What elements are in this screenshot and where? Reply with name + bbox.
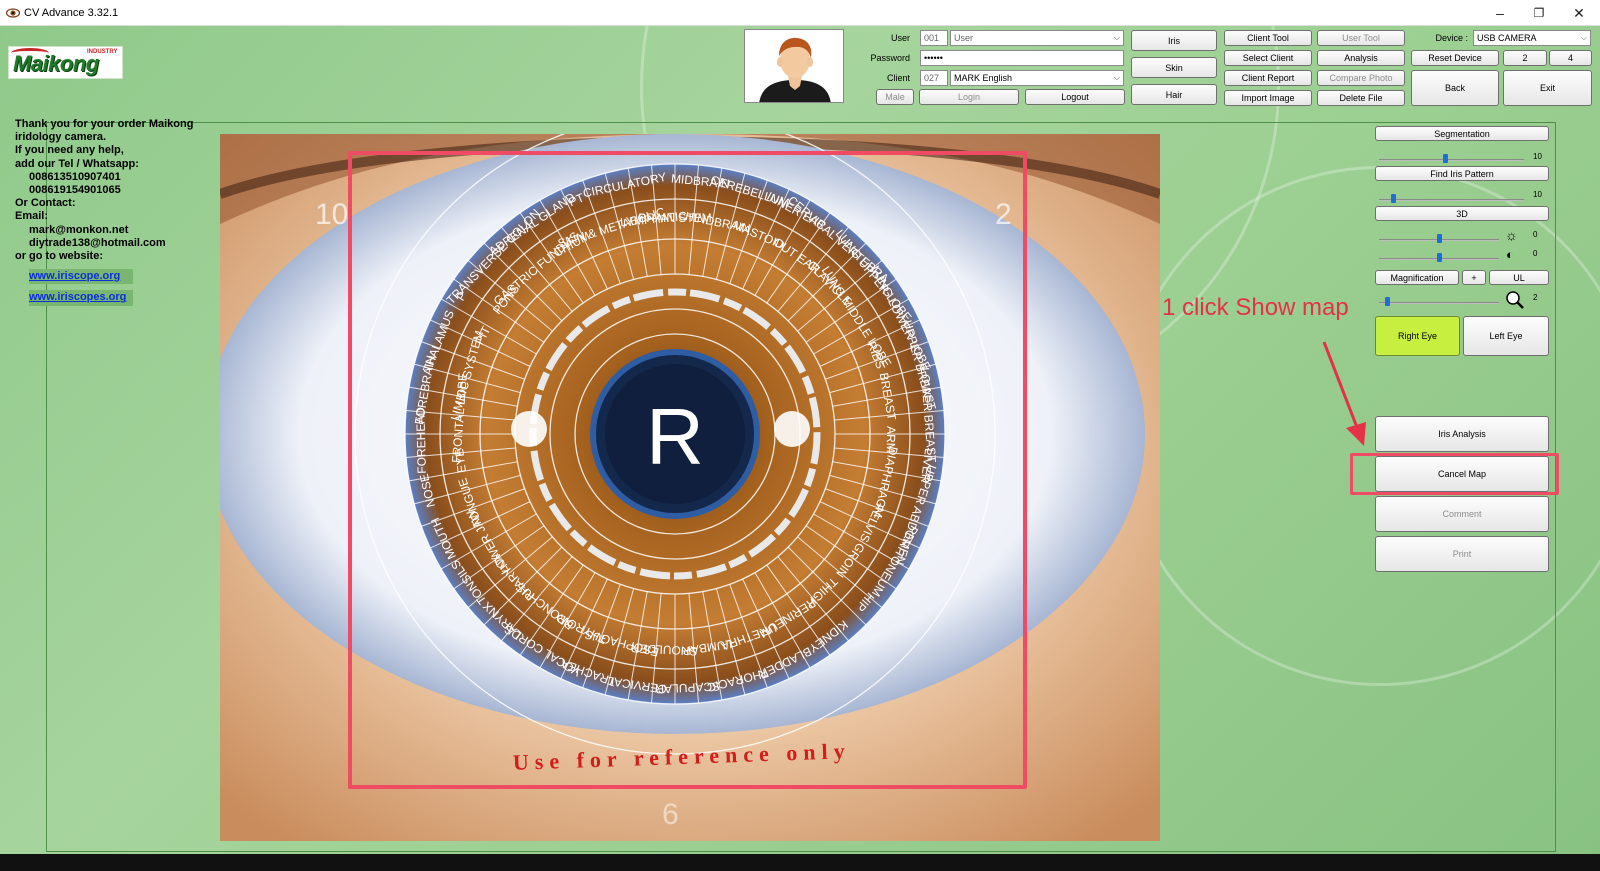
user-tool-button[interactable]: User Tool	[1317, 30, 1405, 46]
person-icon	[745, 30, 843, 102]
client-select[interactable]: MARK English ⌵	[950, 70, 1124, 86]
website-label: or go to website:	[15, 250, 103, 263]
clock-number: 6	[662, 798, 679, 831]
magnification-button[interactable]: Magnification	[1375, 270, 1459, 285]
exit-button[interactable]: Exit	[1503, 70, 1592, 106]
contact-label: Or Contact:	[15, 197, 76, 210]
magnification-slider-thumb[interactable]	[1385, 297, 1390, 306]
password-field[interactable]: ••••••	[920, 50, 1124, 66]
website-link[interactable]: www.iriscopes.org	[29, 290, 133, 306]
title-bar: CV Advance 3.32.1 – ❐ ✕	[0, 0, 1600, 26]
layout-2-button[interactable]: 2	[1503, 50, 1547, 66]
app-eye-icon	[6, 8, 20, 18]
find-pattern-slider[interactable]	[1379, 199, 1524, 201]
info-line: If you need any help,	[15, 144, 124, 157]
restore-button[interactable]: ❐	[1522, 3, 1556, 23]
user-id-field[interactable]: 001	[920, 30, 948, 46]
app-window: INDUSTRY Maikong Thank you for your orde…	[0, 26, 1600, 871]
instruction-label: 1 click Show map	[1162, 294, 1349, 321]
contrast-icon: ◐	[1506, 247, 1514, 262]
delete-file-button[interactable]: Delete File	[1317, 90, 1405, 106]
segmentation-button[interactable]: Segmentation	[1375, 126, 1549, 141]
chevron-down-icon: ⌵	[1113, 73, 1120, 82]
password-label: Password	[870, 53, 910, 63]
email-address: diytrade138@hotmail.com	[29, 236, 166, 249]
iris-analysis-button[interactable]: Iris Analysis	[1375, 416, 1549, 452]
gender-button[interactable]: Male	[876, 89, 914, 105]
chevron-down-icon: ⌵	[1113, 33, 1120, 42]
client-avatar	[744, 29, 844, 103]
client-report-button[interactable]: Client Report	[1224, 70, 1312, 86]
device-select[interactable]: USB CAMERA ⌵	[1473, 30, 1591, 46]
info-line: add our Tel / Whatsapp:	[15, 157, 139, 170]
find-iris-pattern-button[interactable]: Find Iris Pattern	[1375, 166, 1549, 181]
ul-button[interactable]: UL	[1489, 270, 1549, 285]
logo-brand: Maikong	[13, 51, 99, 76]
minimize-button[interactable]: –	[1483, 3, 1517, 23]
login-button[interactable]: Login	[919, 89, 1019, 105]
brightness-slider-thumb[interactable]	[1437, 234, 1442, 243]
zoom-value: 2	[1533, 293, 1538, 302]
analysis-button[interactable]: Analysis	[1317, 50, 1405, 66]
segmentation-slider[interactable]	[1379, 159, 1524, 161]
close-button[interactable]: ✕	[1562, 3, 1596, 23]
import-image-button[interactable]: Import Image	[1224, 90, 1312, 106]
phone-number: 008619154901065	[29, 184, 121, 197]
client-select-value: MARK English	[954, 73, 1013, 83]
brightness-value: 0	[1533, 230, 1538, 239]
hair-button[interactable]: Hair	[1131, 84, 1217, 105]
back-button[interactable]: Back	[1411, 70, 1499, 106]
skin-button[interactable]: Skin	[1131, 57, 1217, 78]
iris-button[interactable]: Iris	[1131, 30, 1217, 51]
user-select-value: User	[954, 33, 974, 43]
email-label: Email:	[15, 210, 49, 223]
email-address: mark@monkon.net	[29, 223, 129, 236]
print-button[interactable]: Print	[1375, 536, 1549, 572]
comment-button[interactable]: Comment	[1375, 496, 1549, 532]
window-title: CV Advance 3.32.1	[24, 7, 119, 19]
website-link[interactable]: www.iriscope.org	[29, 269, 133, 285]
sun-icon: ☼	[1505, 227, 1518, 243]
find-pattern-value: 10	[1533, 190, 1542, 199]
iris-highlight-box	[348, 151, 1027, 789]
info-line: iridology camera.	[15, 131, 107, 144]
client-tool-button[interactable]: Client Tool	[1224, 30, 1312, 46]
left-eye-button[interactable]: Left Eye	[1463, 316, 1549, 356]
client-id-field[interactable]: 027	[920, 70, 948, 86]
logout-button[interactable]: Logout	[1025, 89, 1125, 105]
device-label: Device :	[1435, 33, 1468, 43]
layout-4-button[interactable]: 4	[1549, 50, 1592, 66]
compare-photo-button[interactable]: Compare Photo	[1317, 70, 1405, 86]
segmentation-value: 10	[1533, 152, 1542, 161]
select-client-button[interactable]: Select Client	[1224, 50, 1312, 66]
info-line: Thank you for your order Maikong	[15, 118, 194, 130]
client-label: Client	[886, 73, 910, 83]
contact-info: Thank you for your order Maikong iridolo…	[15, 118, 215, 306]
reset-device-button[interactable]: Reset Device	[1411, 50, 1499, 66]
find-pattern-slider-thumb[interactable]	[1391, 194, 1396, 203]
user-label: User	[890, 33, 910, 43]
cancel-map-highlight-box	[1350, 453, 1559, 495]
phone-number: 008613510907401	[29, 170, 121, 183]
right-eye-button[interactable]: Right Eye	[1375, 316, 1460, 356]
magnifier-icon	[1506, 291, 1524, 309]
zoom-in-button[interactable]: +	[1462, 270, 1486, 285]
chevron-down-icon: ⌵	[1580, 33, 1587, 42]
3d-button[interactable]: 3D	[1375, 206, 1549, 221]
bottom-edge	[0, 854, 1600, 871]
segmentation-slider-thumb[interactable]	[1443, 154, 1448, 163]
user-select[interactable]: User ⌵	[950, 30, 1124, 46]
clock-number: 10	[315, 198, 348, 231]
maikong-logo: INDUSTRY Maikong	[8, 46, 123, 79]
arrow-icon	[1322, 341, 1366, 446]
magnification-slider[interactable]	[1379, 302, 1499, 304]
device-select-value: USB CAMERA	[1477, 33, 1537, 43]
contrast-slider-thumb[interactable]	[1437, 253, 1442, 262]
contrast-value: 0	[1533, 249, 1538, 258]
